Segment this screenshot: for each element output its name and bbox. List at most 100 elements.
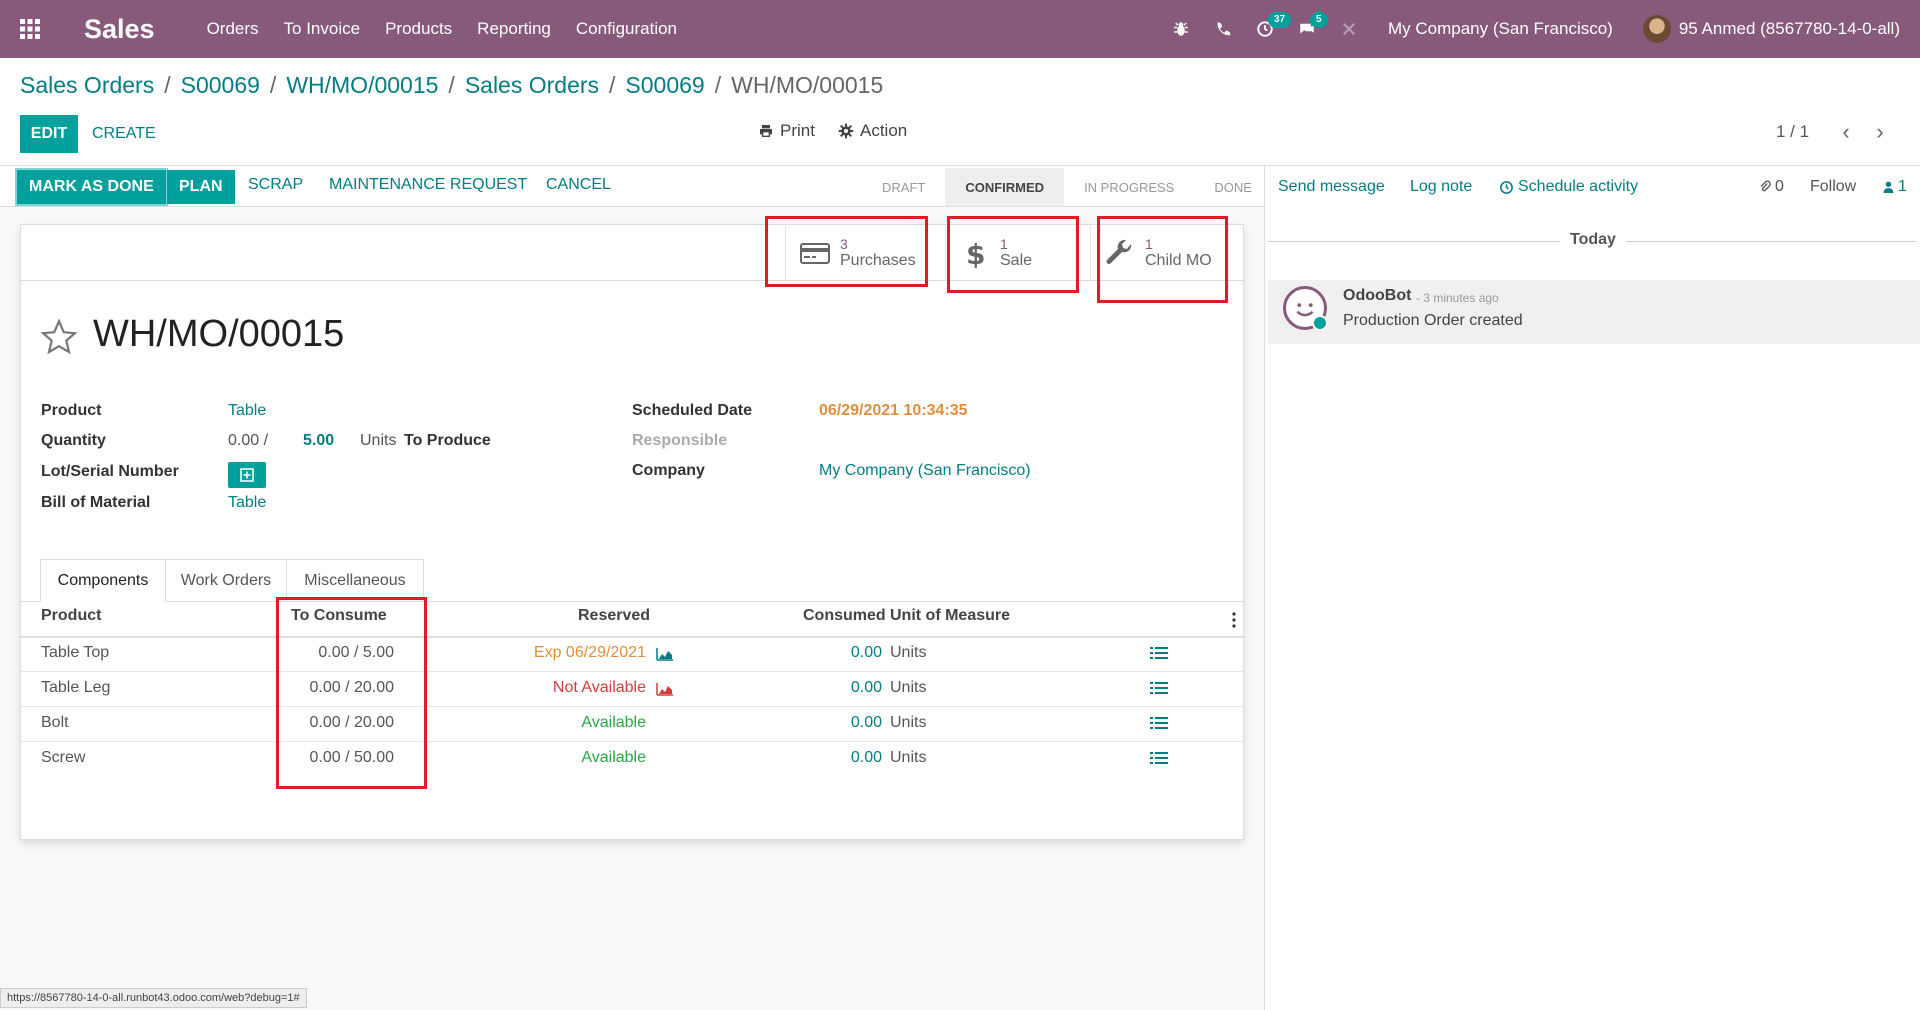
stage-in-progress[interactable]: IN PROGRESS (1064, 168, 1194, 206)
scrap-button[interactable]: SCRAP (248, 176, 303, 194)
pager-value[interactable]: 1 / 1 (1776, 122, 1809, 142)
details-list-icon[interactable] (1150, 646, 1168, 660)
row-product[interactable]: Bolt (41, 714, 69, 732)
row-divider (20, 741, 1244, 742)
create-button[interactable]: CREATE (92, 115, 156, 153)
to-produce-label: To Produce (404, 432, 491, 449)
log-note-button[interactable]: Log note (1410, 178, 1472, 196)
tab-divider (20, 601, 1244, 602)
row-product[interactable]: Table Top (41, 644, 109, 662)
paperclip-icon (1760, 180, 1771, 192)
breadcrumb: Sales Orders / S00069/ WH/MO/00015/ Sales… (20, 72, 884, 99)
user-icon (1883, 181, 1894, 193)
to-consume-highlight (276, 597, 427, 789)
messages-icon[interactable]: 5 (1286, 12, 1328, 38)
company-switcher[interactable]: My Company (San Francisco) (1388, 19, 1613, 39)
col-product[interactable]: Product (41, 607, 101, 625)
bug-icon[interactable] (1160, 20, 1202, 38)
company-label: Company (632, 462, 705, 479)
nav-to-invoice[interactable]: To Invoice (284, 19, 361, 39)
tab-miscellaneous[interactable]: Miscellaneous (286, 559, 424, 601)
send-message-button[interactable]: Send message (1278, 178, 1385, 196)
chevron-right-icon[interactable]: › (1870, 119, 1890, 144)
row-consumed[interactable]: 0.00 (810, 749, 882, 767)
status-url: https://8567780-14-0-all.runbot43.odoo.c… (0, 988, 307, 1008)
bom-label: Bill of Material (41, 494, 151, 511)
row-product[interactable]: Table Leg (41, 679, 110, 697)
breadcrumb-item[interactable]: S00069 (181, 72, 260, 99)
add-lot-button[interactable] (228, 462, 266, 488)
qty-to-produce-field[interactable]: 5.00 (303, 432, 334, 450)
row-product[interactable]: Screw (41, 749, 85, 767)
purchases-highlight (765, 216, 928, 287)
row-consumed[interactable]: 0.00 (810, 679, 882, 697)
statusbar-divider (0, 206, 1264, 207)
app-title[interactable]: Sales (84, 14, 155, 45)
activity-clock-icon[interactable]: 37 (1244, 12, 1292, 38)
plan-button[interactable]: PLAN (167, 170, 235, 204)
details-list-icon[interactable] (1150, 716, 1168, 730)
row-reserved: Exp 06/29/2021 (533, 644, 646, 661)
user-avatar[interactable] (1642, 15, 1671, 43)
col-reserved[interactable]: Reserved (578, 607, 650, 625)
heart-icon (1312, 315, 1328, 331)
maintenance-request-button[interactable]: MAINTENANCE REQUEST (329, 176, 527, 194)
tab-components[interactable]: Components (40, 559, 166, 602)
followers-button[interactable]: 1 (1882, 178, 1907, 196)
breadcrumb-item[interactable]: Sales Orders (465, 72, 599, 99)
edit-button[interactable]: EDIT (20, 115, 78, 153)
col-unit-of-measure[interactable]: Unit of Measure (890, 607, 1010, 625)
row-consumed[interactable]: 0.00 (810, 714, 882, 732)
schedule-activity-button[interactable]: Schedule activity (1499, 178, 1638, 196)
action-menu[interactable]: Action (838, 121, 907, 141)
row-consumed[interactable]: 0.00 (810, 644, 882, 662)
cancel-button[interactable]: CANCEL (546, 176, 611, 194)
nav-reporting[interactable]: Reporting (477, 19, 551, 39)
tab-work-orders[interactable]: Work Orders (165, 559, 287, 601)
chevron-left-icon[interactable]: ‹ (1836, 119, 1856, 144)
attachments-button[interactable]: 0 (1758, 178, 1784, 196)
nav-orders[interactable]: Orders (207, 19, 259, 39)
bom-field[interactable]: Table (228, 494, 266, 512)
tools-close-icon[interactable] (1328, 20, 1370, 38)
sale-highlight (947, 216, 1079, 293)
follow-button[interactable]: Follow (1810, 178, 1856, 196)
row-uom: Units (890, 679, 927, 696)
scheduled-date-field[interactable]: 06/29/2021 10:34:35 (819, 402, 968, 420)
col-consumed[interactable]: Consumed (803, 607, 886, 625)
stage-draft[interactable]: DRAFT (862, 168, 945, 206)
nav-products[interactable]: Products (385, 19, 452, 39)
optional-columns-icon[interactable] (1232, 612, 1236, 628)
breadcrumb-item[interactable]: WH/MO/00015 (286, 72, 438, 99)
row-uom: Units (890, 644, 927, 661)
product-field[interactable]: Table (228, 402, 266, 420)
responsible-label: Responsible (632, 432, 728, 449)
scheduled-date-label: Scheduled Date (632, 402, 753, 419)
status-stages: DRAFT CONFIRMED IN PROGRESS DONE (862, 168, 1272, 206)
record-title: WH/MO/00015 (93, 313, 345, 355)
row-divider (20, 706, 1244, 707)
nav-configuration[interactable]: Configuration (576, 19, 677, 39)
breadcrumb-item[interactable]: S00069 (625, 72, 704, 99)
messages-badge: 5 (1310, 12, 1328, 28)
details-list-icon[interactable] (1150, 751, 1168, 765)
user-menu[interactable]: 95 Anmed (8567780-14-0-all) (1679, 19, 1900, 39)
followers-count: 1 (1898, 178, 1907, 195)
phone-icon[interactable] (1202, 20, 1244, 38)
company-field[interactable]: My Company (San Francisco) (819, 462, 1031, 480)
breadcrumb-item[interactable]: Sales Orders (20, 72, 154, 99)
star-icon[interactable] (40, 318, 78, 356)
details-list-icon[interactable] (1150, 681, 1168, 695)
date-separator: Today (1560, 231, 1626, 249)
stage-confirmed[interactable]: CONFIRMED (945, 168, 1065, 206)
forecast-chart-icon[interactable] (656, 647, 674, 661)
stage-done[interactable]: DONE (1194, 168, 1272, 206)
mark-as-done-button[interactable]: MARK AS DONE (15, 168, 168, 206)
apps-menu-icon[interactable] (0, 0, 60, 58)
message-author[interactable]: OdooBot (1343, 287, 1411, 305)
row-reserved: Available (581, 749, 646, 766)
forecast-chart-icon[interactable] (656, 682, 674, 696)
breadcrumb-current: WH/MO/00015 (731, 72, 884, 98)
print-menu[interactable]: Print (758, 121, 815, 141)
table-header-divider (20, 636, 1244, 638)
